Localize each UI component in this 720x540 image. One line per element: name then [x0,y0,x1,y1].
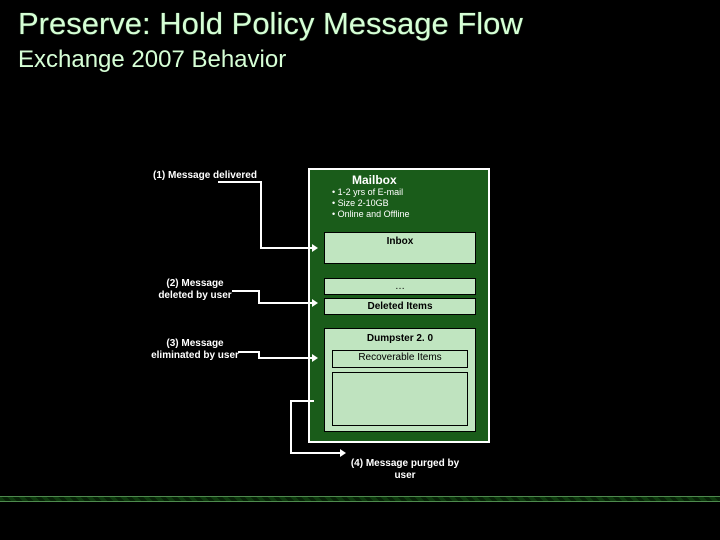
step-label-4: (4) Message purged by user [345,458,465,482]
connector [238,351,260,353]
slide-title: Preserve: Hold Policy Message Flow [18,6,523,42]
mailbox-container: Mailbox • 1-2 yrs of E-mail • Size 2-10G… [308,168,490,443]
mailbox-header: Mailbox • 1-2 yrs of E-mail • Size 2-10G… [310,170,488,226]
connector [218,181,262,183]
connector [260,247,312,249]
slide-subtitle: Exchange 2007 Behavior [18,46,286,74]
box-ellipsis: … [324,278,476,295]
connector [232,290,260,292]
connector [290,402,292,452]
arrowhead-icon [340,449,346,457]
mailbox-details: • 1-2 yrs of E-mail • Size 2-10GB • Onli… [310,187,488,220]
slide: Preserve: Hold Policy Message Flow Excha… [0,0,720,540]
mailbox-title: Mailbox [310,170,488,187]
arrowhead-icon [312,354,318,362]
box-deleted-items: Deleted Items [324,298,476,315]
connector [258,357,312,359]
arrowhead-icon [312,244,318,252]
box-inbox: Inbox [324,232,476,264]
arrowhead-icon [312,299,318,307]
mailbox-bullet: • 1-2 yrs of E-mail [332,187,488,198]
mailbox-bullet: • Size 2-10GB [332,198,488,209]
connector [258,302,312,304]
decorative-divider [0,496,720,502]
step-label-3: (3) Message eliminated by user [150,338,240,362]
connector [290,400,314,402]
dumpster-title: Dumpster 2. 0 [327,331,473,344]
connector [260,181,262,249]
box-dumpster-body [332,372,468,426]
connector [290,452,340,454]
mailbox-bullet: • Online and Offline [332,209,488,220]
step-label-2: (2) Message deleted by user [155,278,235,302]
box-recoverable-items: Recoverable Items [332,350,468,368]
